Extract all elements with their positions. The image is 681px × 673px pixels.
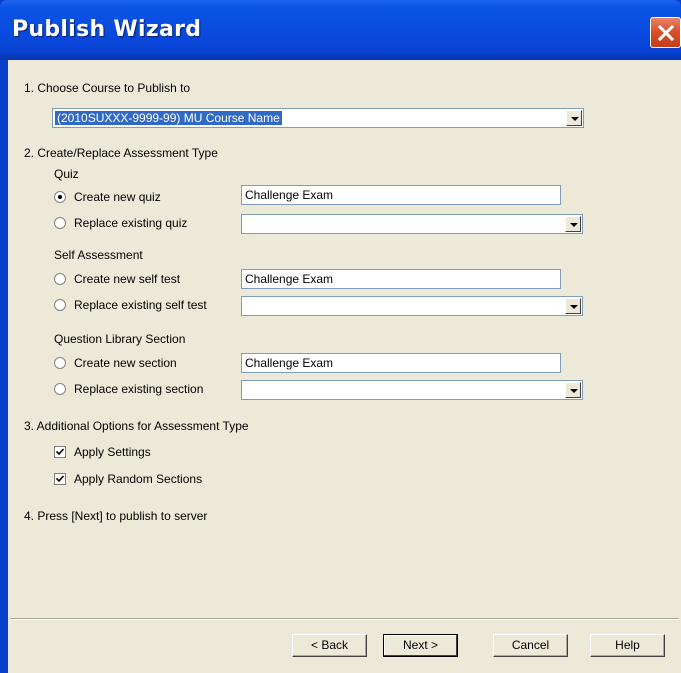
next-button[interactable]: Next > (383, 634, 458, 657)
replace-existing-self-test-radio[interactable] (54, 299, 66, 311)
apply-settings-checkbox[interactable] (54, 446, 66, 458)
new-self-test-name-input[interactable]: Challenge Exam (241, 269, 561, 289)
chevron-down-icon[interactable] (566, 110, 582, 126)
self-assessment-group-label: Self Assessment (54, 248, 143, 262)
chevron-down-icon[interactable] (565, 298, 581, 314)
create-new-quiz-radio[interactable] (54, 191, 66, 203)
create-new-section-radio[interactable] (54, 357, 66, 369)
next-button-label: Next > (402, 638, 438, 652)
step3-label: 3. Additional Options for Assessment Typ… (24, 419, 249, 433)
create-new-self-test-label[interactable]: Create new self test (74, 272, 180, 286)
step2-label: 2. Create/Replace Assessment Type (24, 146, 218, 160)
apply-settings-label[interactable]: Apply Settings (74, 445, 151, 459)
existing-quiz-select[interactable] (241, 214, 583, 234)
back-button[interactable]: < Back (292, 634, 367, 657)
wizard-body: 1. Choose Course to Publish to (2010SUXX… (8, 60, 681, 673)
new-quiz-name-input[interactable]: Challenge Exam (241, 185, 561, 205)
chevron-down-icon[interactable] (565, 382, 581, 398)
library-group-label: Question Library Section (54, 332, 186, 346)
help-button-label: Help (615, 638, 640, 652)
quiz-group-label: Quiz (54, 167, 79, 181)
existing-self-test-select[interactable] (241, 296, 583, 316)
replace-existing-section-label[interactable]: Replace existing section (74, 382, 203, 396)
close-icon (657, 24, 675, 42)
apply-random-sections-checkbox[interactable] (54, 473, 66, 485)
chevron-down-icon[interactable] (565, 216, 581, 232)
step1-label: 1. Choose Course to Publish to (24, 81, 191, 95)
help-button[interactable]: Help (590, 634, 665, 657)
cancel-button-label: Cancel (511, 638, 550, 652)
existing-section-select-value (244, 383, 248, 397)
course-select[interactable]: (2010SUXXX-9999-99) MU Course Name (52, 108, 584, 128)
replace-existing-quiz-label[interactable]: Replace existing quiz (74, 216, 187, 230)
cancel-button[interactable]: Cancel (493, 634, 568, 657)
existing-section-select[interactable] (241, 380, 583, 400)
replace-existing-section-radio[interactable] (54, 383, 66, 395)
replace-existing-quiz-radio[interactable] (54, 217, 66, 229)
back-button-label: < Back (310, 638, 349, 652)
close-button[interactable] (650, 17, 681, 48)
window-title: Publish Wizard (12, 17, 202, 42)
create-new-quiz-label[interactable]: Create new quiz (74, 190, 161, 204)
existing-quiz-select-value (244, 217, 248, 231)
checkmark-icon (56, 475, 64, 483)
publish-wizard-window: Publish Wizard 1. Choose Course to Publi… (0, 0, 681, 673)
apply-random-sections-label[interactable]: Apply Random Sections (74, 472, 202, 486)
title-bar[interactable]: Publish Wizard (0, 0, 681, 60)
step4-label: 4. Press [Next] to publish to server (24, 509, 208, 523)
replace-existing-self-test-label[interactable]: Replace existing self test (74, 298, 207, 312)
new-section-name-input[interactable]: Challenge Exam (241, 353, 561, 373)
checkmark-icon (56, 448, 64, 456)
course-select-value: (2010SUXXX-9999-99) MU Course Name (54, 110, 283, 126)
existing-self-test-select-value (244, 299, 248, 313)
button-separator (10, 618, 679, 620)
create-new-self-test-radio[interactable] (54, 273, 66, 285)
create-new-section-label[interactable]: Create new section (74, 356, 177, 370)
